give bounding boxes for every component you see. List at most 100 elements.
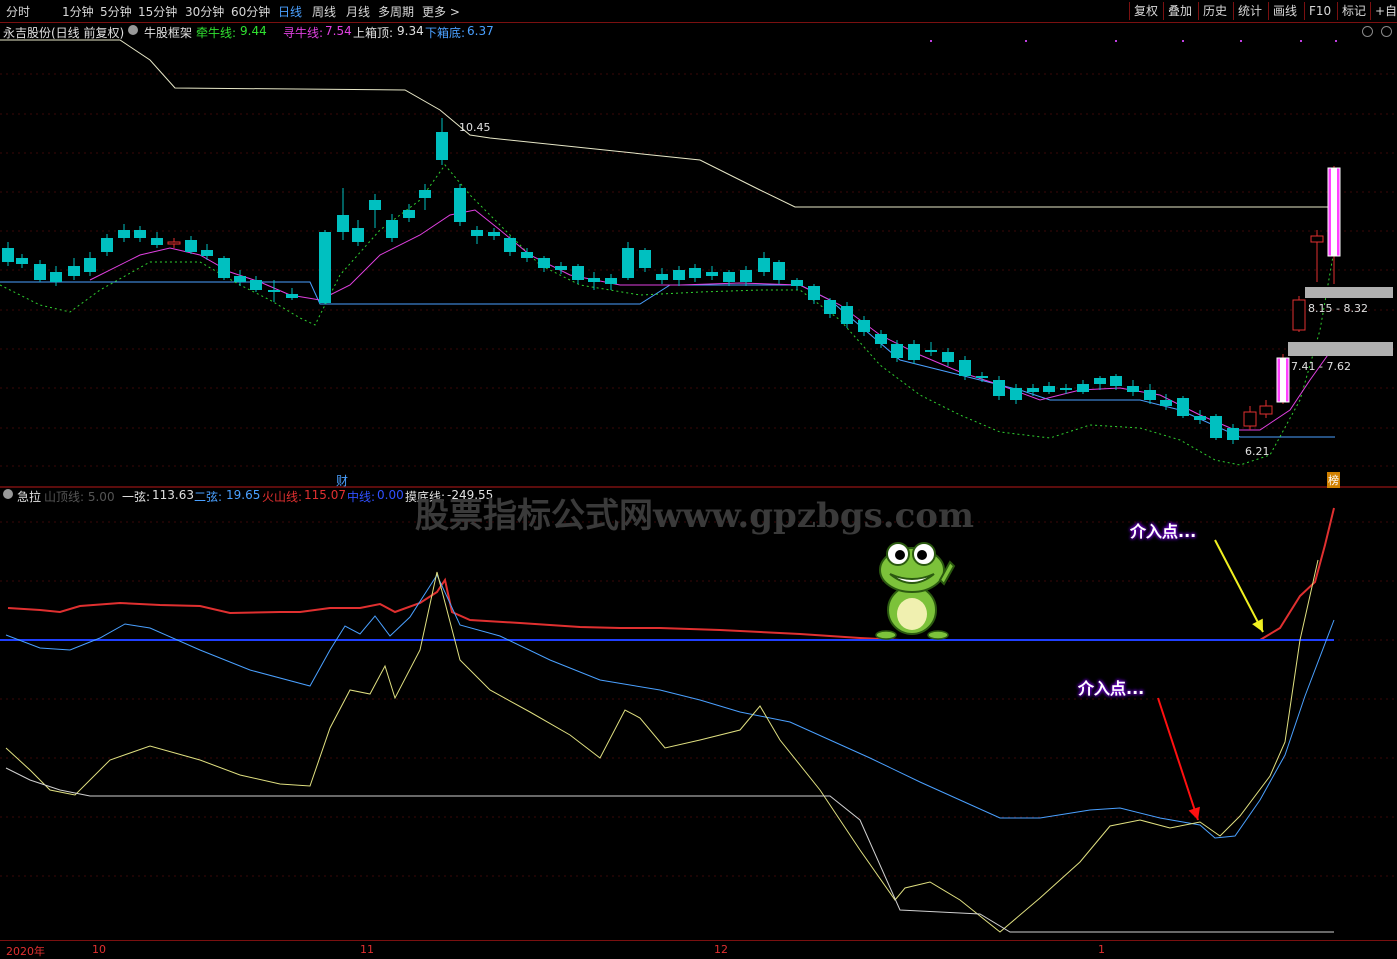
box-top-line xyxy=(0,39,1335,208)
signal-dot xyxy=(1300,40,1302,42)
signal-dot xyxy=(1240,40,1242,42)
candle-body-down xyxy=(1077,384,1089,392)
candle-body-down xyxy=(1043,386,1055,392)
modi-line xyxy=(5,767,1334,933)
candle-body-down xyxy=(1144,390,1156,400)
candle-body-down xyxy=(369,200,381,210)
candle-body-down xyxy=(555,266,567,270)
candle-body-down xyxy=(808,286,820,300)
candle-body-down xyxy=(471,230,483,236)
candle-body-down xyxy=(16,258,28,264)
candle-body-down xyxy=(234,276,246,282)
candle-body-down xyxy=(740,270,752,282)
candle-body-down xyxy=(1094,378,1106,384)
candle-body-down xyxy=(723,272,735,282)
signal-dot xyxy=(1335,40,1337,42)
candle-body-down xyxy=(386,220,398,238)
signal-dot xyxy=(930,40,932,42)
candle-body-down xyxy=(959,360,971,376)
candle-body-down xyxy=(84,258,96,272)
candle-body-down xyxy=(976,376,988,378)
x-axis-year: 2020年 xyxy=(6,945,45,958)
candle-body-down xyxy=(218,258,230,278)
candle-body-highlight xyxy=(1331,168,1337,256)
candle-body-down xyxy=(101,238,113,252)
yixian-value: 113.63 xyxy=(152,488,194,502)
candle-body-down xyxy=(673,270,685,280)
signal-dot xyxy=(1115,40,1117,42)
frog-mascot-icon xyxy=(875,542,956,640)
signal-dot xyxy=(1182,40,1184,42)
candle-body-down xyxy=(689,268,701,278)
box-range-2-label: 7.41 - 7.62 xyxy=(1291,360,1351,373)
candle-body-down xyxy=(875,334,887,344)
candle-body-down xyxy=(791,280,803,286)
box-zone-1 xyxy=(1305,287,1393,298)
candle-body-down xyxy=(993,380,1005,396)
erxian-line xyxy=(5,573,1335,839)
candle-body-down xyxy=(250,280,262,290)
candle-body-down xyxy=(488,232,500,236)
candle-body-down xyxy=(1194,416,1206,420)
candle-body-down xyxy=(352,228,364,242)
candle-body-down xyxy=(1160,400,1172,406)
sub-indicator-name[interactable]: 急拉 xyxy=(17,488,41,505)
candle-body-up xyxy=(1259,405,1273,415)
candle-body-down xyxy=(454,188,466,222)
param-shanding: 山顶线: 5.00 xyxy=(44,490,115,504)
candle-body-down xyxy=(151,238,163,245)
candle-body-down xyxy=(622,248,634,278)
candle-body-up xyxy=(1292,299,1306,331)
box-zone-2 xyxy=(1288,342,1393,356)
candle-body-down xyxy=(942,352,954,362)
candle-body-down xyxy=(1227,428,1239,440)
candle-body-down xyxy=(841,306,853,324)
candle-body-down xyxy=(319,232,331,303)
box-bottom-line xyxy=(0,281,1335,438)
candle-body-down xyxy=(337,215,349,232)
candle-body-down xyxy=(50,272,62,282)
zhongxian-value: 0.00 xyxy=(377,488,404,502)
candle-body-down xyxy=(419,190,431,198)
candle-body-down xyxy=(925,350,937,352)
signal-dot xyxy=(1025,40,1027,42)
x-axis-month-jan: 1 xyxy=(1098,943,1105,956)
candle-body-down xyxy=(1110,376,1122,386)
yixian-label: 一弦: xyxy=(122,490,151,504)
candle-body-down xyxy=(1210,416,1222,438)
x-axis: 2020年 10 11 12 1 xyxy=(0,940,1397,959)
ranking-marker[interactable]: 榜 xyxy=(1327,472,1340,488)
candle-body-down xyxy=(639,250,651,268)
candle-body-up xyxy=(1310,235,1324,243)
candle-body-down xyxy=(134,230,146,238)
candle-body-down xyxy=(34,264,46,280)
candle-body-down xyxy=(908,344,920,360)
finance-marker[interactable]: 财 xyxy=(336,472,348,489)
candle-body-down xyxy=(1010,388,1022,400)
candle-body-down xyxy=(572,266,584,280)
candle-body-down xyxy=(286,294,298,298)
zhongxian-label: 中线: xyxy=(347,490,376,504)
x-axis-month-oct: 10 xyxy=(92,943,106,956)
candle-body-down xyxy=(1060,388,1072,390)
box-range-1-label: 8.15 - 8.32 xyxy=(1308,302,1368,315)
entry-arrow-2-head xyxy=(1188,806,1200,820)
candle-body-down xyxy=(436,132,448,160)
candle-body-down xyxy=(118,230,130,238)
candle-body-down xyxy=(656,274,668,280)
qianniu-line xyxy=(0,164,1336,466)
candle-body-down xyxy=(521,252,533,258)
candle-body-down xyxy=(185,240,197,252)
kline-chart[interactable] xyxy=(0,0,1397,958)
huoshan-value: 115.07 xyxy=(304,488,346,502)
x-axis-month-dec: 12 xyxy=(714,943,728,956)
candle-body-down xyxy=(403,210,415,218)
candle-body-down xyxy=(605,278,617,284)
candle-body-down xyxy=(858,320,870,332)
candle-body-down xyxy=(538,258,550,268)
candle-body-down xyxy=(891,344,903,358)
candle-body-down xyxy=(588,278,600,282)
entry-arrow-2 xyxy=(1157,697,1199,821)
sub-settings-icon[interactable] xyxy=(3,489,13,499)
erxian-value: 19.65 xyxy=(226,488,261,502)
